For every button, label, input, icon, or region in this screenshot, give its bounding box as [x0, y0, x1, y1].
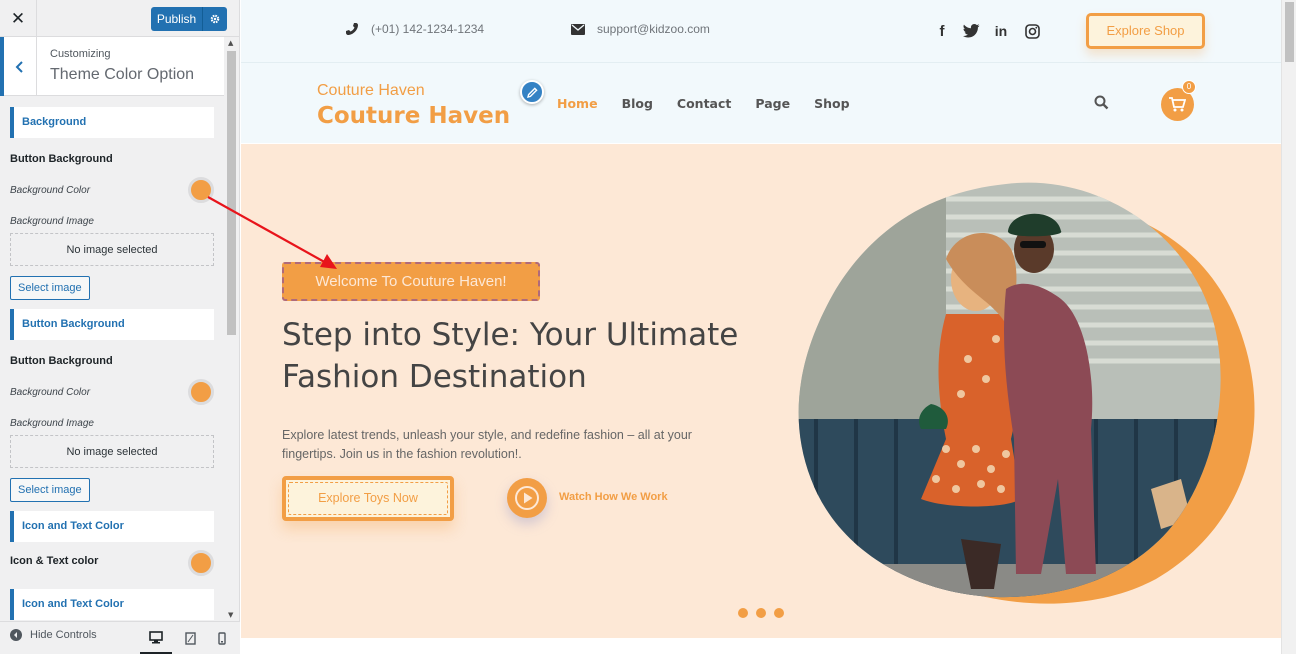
- publish-settings-button[interactable]: [203, 7, 227, 31]
- controls-list: Background Button Background Background …: [0, 97, 224, 621]
- preview-tablet-button[interactable]: [174, 622, 206, 654]
- hero-section: Welcome To Couture Haven! Step into Styl…: [241, 144, 1281, 638]
- image-placeholder: No image selected: [10, 233, 214, 266]
- back-button[interactable]: [0, 37, 37, 96]
- phone-icon: [346, 23, 358, 35]
- chevron-left-icon: [15, 60, 23, 73]
- gear-icon: [210, 14, 220, 24]
- main-navbar: Couture Haven Couture Haven Home Blog Co…: [241, 63, 1281, 143]
- section-heading-icon-text-2: Icon and Text Color: [10, 589, 214, 620]
- publish-button[interactable]: Publish: [151, 7, 203, 31]
- control-label: Background Color: [10, 387, 91, 398]
- nav-item-contact[interactable]: Contact: [677, 96, 731, 111]
- twitter-icon[interactable]: [962, 22, 980, 40]
- slider-dot[interactable]: [756, 608, 766, 618]
- color-control: Icon & Text color: [10, 550, 214, 585]
- desktop-icon: [149, 630, 163, 643]
- preview-scrollbar[interactable]: [1281, 0, 1296, 654]
- panel-title: Theme Color Option: [50, 66, 195, 83]
- play-icon: [515, 486, 539, 510]
- hero-fashion-image: [798, 182, 1255, 604]
- play-video-button[interactable]: [507, 478, 547, 518]
- color-control: Background Color: [10, 379, 214, 413]
- preview-desktop-button[interactable]: [140, 622, 172, 654]
- hide-controls-label: Hide Controls: [30, 629, 97, 641]
- color-control: Background Color: [10, 177, 214, 211]
- slider-dot[interactable]: [774, 608, 784, 618]
- section-heading-button-background: Button Background: [10, 309, 214, 340]
- customizer-footer: Hide Controls: [0, 621, 240, 654]
- instagram-icon[interactable]: [1023, 22, 1041, 40]
- hero-title: Step into Style: Your Ultimate Fashion D…: [282, 317, 739, 395]
- explore-shop-button[interactable]: Explore Shop: [1086, 13, 1205, 49]
- customizing-label: Customizing: [50, 48, 111, 60]
- control-label: Background Image: [10, 216, 94, 227]
- site-preview: (+01) 142-1234-1234 support@kidzoo.com f…: [241, 0, 1281, 654]
- color-swatch-button[interactable]: [188, 550, 214, 576]
- scroll-up-icon[interactable]: ▲: [228, 39, 233, 47]
- customizer-header-bar: ✕ Publish: [0, 0, 239, 37]
- linkedin-icon[interactable]: in: [992, 22, 1010, 40]
- phone-text: (+01) 142-1234-1234: [371, 22, 485, 36]
- slider-dot[interactable]: [738, 608, 748, 618]
- select-image-button[interactable]: Select image: [10, 478, 90, 502]
- preview-scrollbar-thumb[interactable]: [1285, 2, 1294, 62]
- cart-icon: [1169, 97, 1186, 112]
- control-label: Background Color: [10, 185, 91, 196]
- tablet-icon: [184, 632, 196, 645]
- collapse-icon: [10, 629, 22, 641]
- site-tagline[interactable]: Couture Haven: [317, 82, 425, 100]
- contact-email: support@kidzoo.com: [571, 22, 710, 36]
- explore-toys-button[interactable]: Explore Toys Now: [282, 476, 454, 521]
- email-text: support@kidzoo.com: [597, 22, 710, 36]
- watch-link[interactable]: Watch How We Work: [559, 491, 668, 503]
- site-logo[interactable]: Couture Haven: [317, 103, 510, 129]
- mail-icon: [571, 23, 585, 35]
- control-title: Icon & Text color: [10, 555, 99, 567]
- control-label: Background Image: [10, 418, 94, 429]
- image-placeholder: No image selected: [10, 435, 214, 468]
- publish-group: Publish: [151, 7, 227, 31]
- slider-dots: [738, 608, 784, 618]
- section-heading-background: Background: [10, 107, 214, 138]
- hero-description: Explore latest trends, unleash your styl…: [282, 428, 692, 461]
- cart-count-badge: 0: [1182, 80, 1196, 94]
- hide-controls-button[interactable]: Hide Controls: [10, 629, 97, 641]
- close-customizer-button[interactable]: ✕: [0, 0, 37, 37]
- nav-item-blog[interactable]: Blog: [622, 96, 653, 111]
- color-swatch-button[interactable]: [188, 379, 214, 405]
- close-icon: ✕: [10, 8, 26, 29]
- control-title: Button Background: [10, 355, 113, 367]
- edit-shortcut-button[interactable]: [520, 80, 544, 104]
- mobile-icon: [218, 632, 226, 645]
- scroll-down-icon[interactable]: ▼: [228, 611, 233, 619]
- pencil-icon: [526, 86, 538, 98]
- contact-phone: (+01) 142-1234-1234: [345, 22, 484, 36]
- nav-item-page[interactable]: Page: [755, 96, 790, 111]
- customizer-panel: ✕ Publish Customizing Theme Color Option…: [0, 0, 240, 654]
- facebook-icon[interactable]: f: [933, 22, 951, 40]
- select-image-button[interactable]: Select image: [10, 276, 90, 300]
- nav-item-home[interactable]: Home: [557, 96, 598, 111]
- primary-menu: Home Blog Contact Page Shop: [557, 96, 850, 111]
- section-heading-icon-text: Icon and Text Color: [10, 511, 214, 542]
- panel-scrollbar[interactable]: ▲ ▼: [224, 37, 239, 621]
- welcome-badge: Welcome To Couture Haven!: [282, 262, 540, 301]
- preview-mobile-button[interactable]: [206, 622, 238, 654]
- search-icon[interactable]: [1094, 95, 1109, 114]
- top-bar: (+01) 142-1234-1234 support@kidzoo.com f…: [241, 0, 1281, 63]
- section-header: Customizing Theme Color Option: [0, 37, 239, 96]
- color-swatch-button[interactable]: [188, 177, 214, 203]
- control-title: Button Background: [10, 153, 113, 165]
- nav-item-shop[interactable]: Shop: [814, 96, 849, 111]
- scrollbar-thumb[interactable]: [227, 51, 236, 335]
